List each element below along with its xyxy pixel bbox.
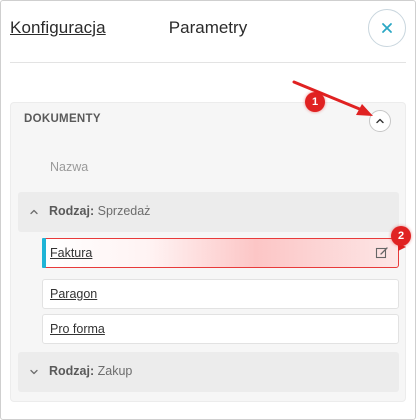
column-header-nazwa: Nazwa xyxy=(50,160,89,174)
document-row-paragon[interactable]: Paragon xyxy=(42,279,399,309)
section-title: DOKUMENTY xyxy=(24,113,101,125)
document-row-faktura[interactable]: Faktura xyxy=(42,238,399,268)
close-icon xyxy=(382,23,392,33)
page-title: Parametry xyxy=(168,18,248,37)
group-row-sprzedaz[interactable]: Rodzaj: Sprzedaż xyxy=(18,192,399,232)
document-link[interactable]: Pro forma xyxy=(50,322,105,336)
chevron-up-icon xyxy=(30,209,38,215)
group-label: Rodzaj: Sprzedaż xyxy=(49,204,150,218)
group-label: Rodzaj: Zakup xyxy=(49,364,132,378)
collapse-section-button[interactable] xyxy=(369,110,391,132)
chevron-up-icon xyxy=(376,118,384,124)
close-button[interactable] xyxy=(368,9,406,47)
annotation-badge-1: 1 xyxy=(305,92,325,112)
chevron-down-icon xyxy=(30,369,38,375)
selection-indicator xyxy=(42,238,46,268)
annotation-badge-2: 2 xyxy=(391,226,411,246)
edit-icon[interactable] xyxy=(375,246,389,260)
document-link[interactable]: Paragon xyxy=(50,287,97,301)
group-row-zakup[interactable]: Rodzaj: Zakup xyxy=(18,352,399,392)
document-link[interactable]: Faktura xyxy=(50,246,92,260)
header: Konfiguracja Parametry xyxy=(0,0,416,62)
group-key: Rodzaj: xyxy=(49,364,95,378)
group-value: Sprzedaż xyxy=(97,204,151,218)
group-key: Rodzaj: xyxy=(49,204,95,218)
document-row-pro-forma[interactable]: Pro forma xyxy=(42,314,399,344)
header-divider xyxy=(10,62,406,63)
group-value: Zakup xyxy=(97,364,133,378)
